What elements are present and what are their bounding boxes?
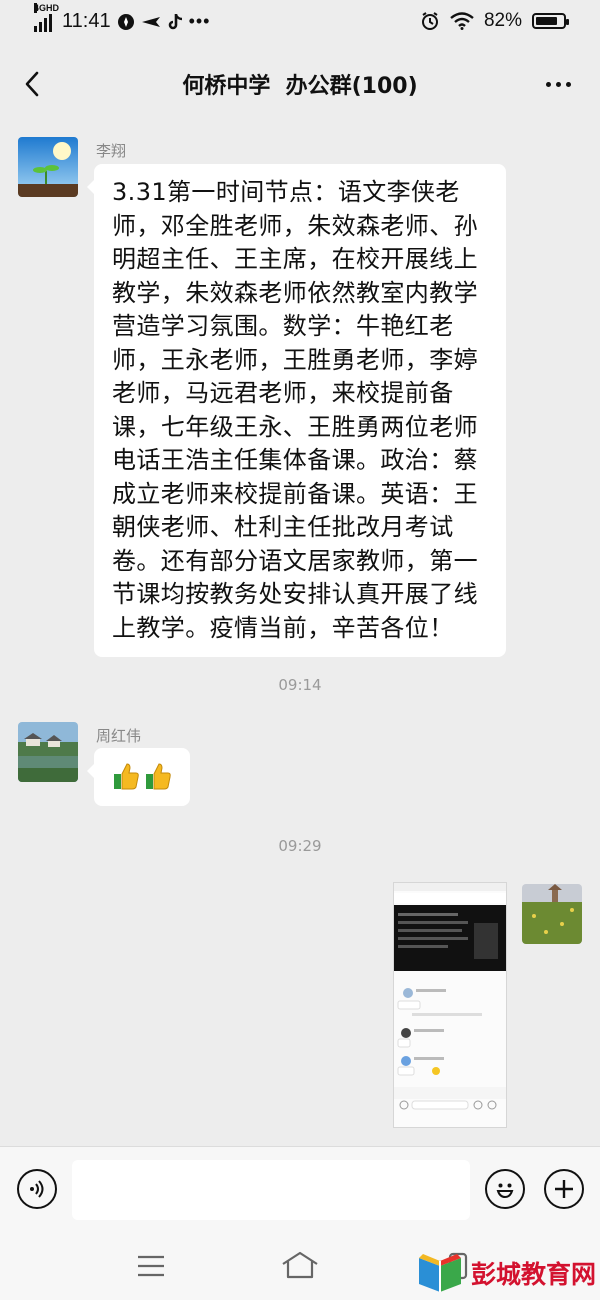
input-bar: [0, 1146, 600, 1233]
avatar[interactable]: [18, 137, 78, 197]
lake-village-avatar-icon: [18, 722, 78, 782]
more-icon-dot: [565, 81, 571, 87]
wifi-icon: [450, 12, 474, 30]
more-dots-icon: •••: [188, 11, 211, 31]
alarm-icon: [421, 12, 438, 30]
book-logo-icon: [418, 1254, 461, 1292]
sprout-sky-avatar-icon: [18, 137, 78, 197]
watermark: 彭城教育网: [415, 1250, 596, 1296]
message-bubble[interactable]: 3.31第一时间节点：语文李侠老师，邓全胜老师，朱效森老师、孙明超主任、王主席，…: [87, 164, 506, 657]
more-icon-dot: [555, 81, 561, 87]
emoji-icon: [496, 1183, 514, 1199]
screenshot-thumbnail-icon: [394, 883, 506, 1127]
message-bubble[interactable]: [87, 748, 190, 806]
cellular-signal-icon: 4GHD: [34, 2, 59, 32]
thumbs-up-icon: [114, 763, 139, 790]
compass-icon: [117, 13, 134, 30]
battery-fill: [536, 17, 558, 25]
status-time: 11:41: [62, 10, 111, 32]
timestamp: 09:29: [278, 837, 322, 855]
message-text: 3.31第一时间节点：语文李侠老师，邓全胜老师，朱效森老师、孙明超主任、王主席，…: [112, 178, 478, 642]
voice-icon: [30, 1180, 44, 1198]
thumbs-up-icon: [146, 763, 171, 790]
chat-title: 何桥中学 办公群(100): [182, 74, 418, 99]
image-message[interactable]: [393, 882, 507, 1128]
avatar[interactable]: [18, 722, 78, 782]
status-left: 4GHD 11:41 •••: [34, 2, 211, 33]
home-icon[interactable]: [280, 1250, 320, 1280]
field-avatar-icon: [522, 884, 582, 944]
battery-percent: 82%: [483, 10, 522, 31]
avatar[interactable]: [522, 884, 582, 944]
battery-icon: [532, 13, 569, 29]
network-type: 4GHD: [34, 2, 60, 13]
emoji-row: [94, 748, 190, 791]
voice-button[interactable]: [17, 1169, 57, 1209]
sender-name: 周红伟: [96, 727, 142, 745]
more-icon-dot: [545, 81, 551, 87]
plus-icon: [555, 1180, 573, 1198]
more-button[interactable]: [538, 66, 578, 102]
sender-name: 李翔: [96, 142, 127, 160]
emoji-button[interactable]: [485, 1169, 525, 1209]
airplane-mode-icon: [141, 16, 160, 27]
chat-header: 何桥中学 办公群(100): [0, 46, 600, 122]
menu-icon[interactable]: [136, 1254, 166, 1278]
plus-button[interactable]: [544, 1169, 584, 1209]
watermark-text: 彭城教育网: [470, 1260, 596, 1289]
message-input[interactable]: [72, 1160, 470, 1220]
tiktok-icon: [168, 13, 182, 29]
status-right: 82%: [420, 10, 569, 32]
timestamp: 09:14: [278, 676, 322, 694]
status-bar: 4GHD 11:41 ••• 82%: [0, 0, 600, 46]
